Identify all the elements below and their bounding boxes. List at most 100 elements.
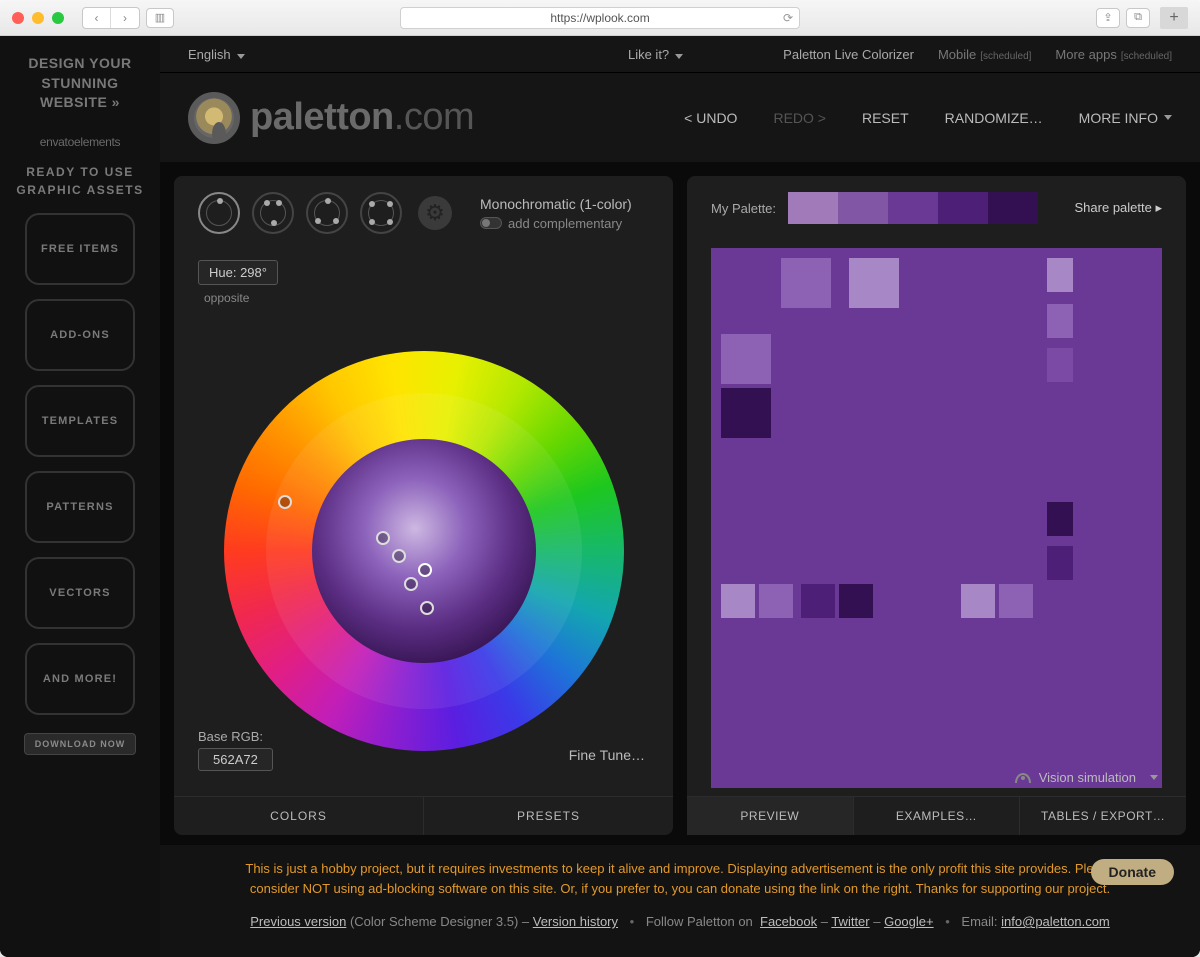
palette-swatch[interactable]	[838, 192, 888, 224]
googleplus-link[interactable]: Google+	[884, 914, 934, 929]
tabs-icon[interactable]: ⧉	[1126, 8, 1150, 28]
scheme-monochromatic-button[interactable]	[198, 192, 240, 234]
promo-box[interactable]: VECTORS	[25, 557, 135, 629]
palette-swatch[interactable]	[988, 192, 1038, 224]
tab-tables-export[interactable]: TABLES / EXPORT…	[1019, 797, 1186, 835]
preview-swatch	[801, 584, 835, 618]
shade-marker[interactable]	[376, 531, 390, 545]
palette-preview[interactable]	[711, 248, 1162, 788]
randomize-button[interactable]: RANDOMIZE…	[945, 110, 1043, 126]
add-complementary-toggle[interactable]: add complementary	[480, 216, 632, 231]
preview-swatch	[1047, 502, 1073, 536]
facebook-link[interactable]: Facebook	[760, 914, 817, 929]
palette-swatch-strip[interactable]	[788, 192, 1038, 224]
version-history-link[interactable]: Version history	[533, 914, 618, 929]
tab-colors[interactable]: COLORS	[174, 797, 423, 835]
language-selector[interactable]: English	[188, 47, 245, 62]
color-wheel[interactable]	[224, 351, 624, 751]
scheme-triad-button[interactable]	[306, 192, 348, 234]
promo-subhead: READY TO USE GRAPHIC ASSETS	[10, 163, 150, 199]
shade-marker[interactable]	[392, 549, 406, 563]
app-header: paletton.com < UNDO REDO > RESET RANDOMI…	[160, 72, 1200, 162]
scheme-adjacent-button[interactable]	[252, 192, 294, 234]
palette-header: My Palette: Share palette	[687, 176, 1186, 232]
right-panel-tabs: PREVIEW EXAMPLES… TABLES / EXPORT…	[687, 796, 1186, 835]
preview-swatch	[849, 258, 899, 308]
opposite-link[interactable]: opposite	[204, 291, 673, 305]
share-icon[interactable]: ⇪	[1096, 8, 1120, 28]
shade-marker[interactable]	[420, 601, 434, 615]
promo-box[interactable]: TEMPLATES	[25, 385, 135, 457]
hue-readout[interactable]: Hue: 298°	[198, 260, 278, 285]
tab-preview[interactable]: PREVIEW	[687, 797, 853, 835]
live-colorizer-link[interactable]: Paletton Live Colorizer	[783, 47, 914, 62]
reset-button[interactable]: RESET	[862, 110, 909, 126]
previous-version-link[interactable]: Previous version	[250, 914, 346, 929]
preview-swatch	[721, 388, 771, 438]
preview-swatch	[721, 584, 755, 618]
tab-presets[interactable]: PRESETS	[423, 797, 673, 835]
download-now-button[interactable]: DOWNLOAD NOW	[24, 733, 136, 755]
forward-button[interactable]: ›	[111, 8, 139, 28]
logo[interactable]: paletton.com	[188, 92, 474, 144]
scheme-tetrad-button[interactable]	[360, 192, 402, 234]
tab-examples[interactable]: EXAMPLES…	[853, 797, 1020, 835]
window-controls	[12, 12, 64, 24]
logo-text: paletton.com	[250, 96, 474, 139]
my-palette-label: My Palette:	[711, 201, 776, 216]
promo-box[interactable]: ADD-ONS	[25, 299, 135, 371]
scheme-label: Monochromatic (1-color) add complementar…	[480, 196, 632, 231]
new-tab-button[interactable]: +	[1160, 7, 1188, 29]
logo-icon	[188, 92, 240, 144]
browser-title-bar: ‹ › ▥ https://wplook.com ⟳ ⇪ ⧉ +	[0, 0, 1200, 36]
sidebar-toggle-icon[interactable]: ▥	[146, 8, 174, 28]
palette-swatch[interactable]	[938, 192, 988, 224]
footer: Donate This is just a hobby project, but…	[160, 845, 1200, 957]
preview-swatch	[1047, 258, 1073, 292]
share-palette-button[interactable]: Share palette	[1075, 200, 1162, 216]
like-it-menu[interactable]: Like it?	[628, 47, 683, 62]
footer-message: This is just a hobby project, but it req…	[230, 859, 1130, 898]
top-strip: English Like it? Paletton Live Colorizer…	[160, 36, 1200, 72]
close-window-icon[interactable]	[12, 12, 24, 24]
promo-box[interactable]: FREE ITEMS	[25, 213, 135, 285]
preview-swatch	[1047, 348, 1073, 382]
preview-swatch	[839, 584, 873, 618]
minimize-window-icon[interactable]	[32, 12, 44, 24]
promo-headline[interactable]: DESIGN YOUR STUNNING WEBSITE »	[28, 54, 131, 113]
color-wheel-inner[interactable]	[312, 439, 536, 663]
palette-panel: My Palette: Share palette Vision simulat…	[687, 176, 1186, 835]
maximize-window-icon[interactable]	[52, 12, 64, 24]
eye-icon	[1015, 773, 1031, 783]
undo-button[interactable]: < UNDO	[684, 110, 737, 126]
twitter-link[interactable]: Twitter	[831, 914, 869, 929]
promo-box[interactable]: AND MORE!	[25, 643, 135, 715]
palette-swatch[interactable]	[888, 192, 938, 224]
preview-swatch	[759, 584, 793, 618]
hue-marker[interactable]	[278, 495, 292, 509]
vision-simulation-menu[interactable]: Vision simulation	[1015, 770, 1158, 785]
preview-swatch	[961, 584, 995, 618]
header-actions: < UNDO REDO > RESET RANDOMIZE… MORE INFO	[684, 110, 1172, 126]
color-wheel-panel: ⚙ Monochromatic (1-color) add complement…	[174, 176, 673, 835]
base-rgb-value[interactable]: 562A72	[198, 748, 273, 771]
mobile-link[interactable]: Mobile[scheduled]	[938, 47, 1031, 62]
envato-logo[interactable]: envatoelements	[40, 135, 121, 149]
donate-button[interactable]: Donate	[1091, 859, 1174, 885]
more-apps-link[interactable]: More apps[scheduled]	[1055, 47, 1172, 62]
refresh-icon[interactable]: ⟳	[783, 11, 793, 25]
email-link[interactable]: info@paletton.com	[1001, 914, 1110, 929]
preview-swatch	[999, 584, 1033, 618]
palette-swatch[interactable]	[788, 192, 838, 224]
promo-box[interactable]: PATTERNS	[25, 471, 135, 543]
preview-swatch	[721, 334, 771, 384]
redo-button[interactable]: REDO >	[773, 110, 826, 126]
fine-tune-button[interactable]: Fine Tune…	[569, 747, 645, 763]
more-info-menu[interactable]: MORE INFO	[1079, 110, 1172, 126]
url-bar[interactable]: https://wplook.com ⟳	[400, 7, 800, 29]
shade-marker[interactable]	[404, 577, 418, 591]
scheme-settings-button[interactable]: ⚙	[414, 192, 456, 234]
left-panel-tabs: COLORS PRESETS	[174, 796, 673, 835]
base-marker[interactable]	[418, 563, 432, 577]
back-button[interactable]: ‹	[83, 8, 111, 28]
